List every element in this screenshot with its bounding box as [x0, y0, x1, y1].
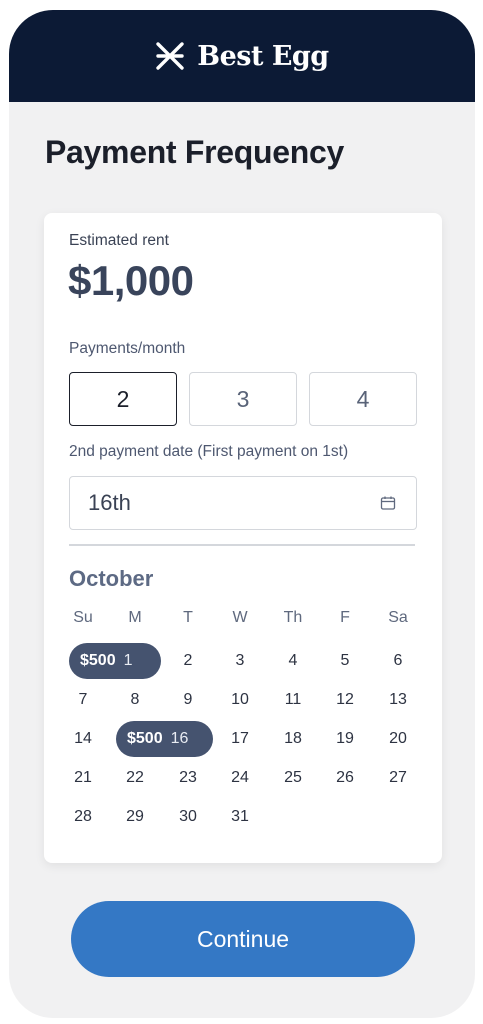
page-title: Payment Frequency	[45, 134, 345, 170]
calendar-day: 8	[130, 691, 140, 708]
second-payment-date-label: 2nd payment date (First payment on 1st)	[69, 443, 349, 460]
calendar-day: 25	[284, 769, 302, 786]
calendar-week: 14 $500 16 17 18 19 20	[57, 721, 437, 757]
calendar-week: 7 8 9 10 11 12 13	[57, 685, 437, 715]
app-screen: Best Egg Payment Frequency Estimated ren…	[9, 10, 475, 1018]
calendar-weekday-header: Su M T W Th F Sa	[57, 603, 437, 633]
payment-amount: $500	[127, 730, 163, 747]
calendar-day: 4	[288, 652, 298, 669]
calendar-day: 2	[183, 652, 193, 669]
calendar-day: 9	[183, 691, 193, 708]
weekday-label: Su	[73, 609, 93, 626]
second-payment-date-value: 16th	[88, 490, 131, 515]
calendar-day: 23	[179, 769, 197, 786]
weekday-label: Th	[283, 609, 303, 626]
calendar-day: 29	[126, 808, 144, 825]
app-header: Best Egg	[9, 10, 475, 102]
calendar-day: 13	[389, 691, 407, 708]
calendar-day: 30	[179, 808, 197, 825]
calendar-day: 22	[126, 769, 144, 786]
calendar-day: 17	[231, 730, 249, 747]
calendar-day: 10	[231, 691, 249, 708]
calendar-day: 19	[336, 730, 354, 747]
calendar-day: 24	[231, 769, 249, 786]
calendar-day: 12	[336, 691, 354, 708]
calendar-day: 7	[78, 691, 88, 708]
payment-card: Estimated rent $1,000 Payments/month 2 3…	[44, 213, 442, 863]
weekday-label: Sa	[388, 609, 408, 626]
calendar-icon	[380, 496, 396, 510]
best-egg-logo-icon	[156, 42, 184, 70]
payments-option-2-button[interactable]: 2	[69, 372, 177, 426]
calendar-day: 21	[74, 769, 92, 786]
weekday-label: M	[128, 609, 142, 626]
calendar-day: 27	[389, 769, 407, 786]
payments-option-3-button[interactable]: 3	[189, 372, 297, 426]
continue-button[interactable]: Continue	[71, 901, 415, 977]
calendar-day: 14	[74, 730, 92, 747]
calendar-day: 11	[284, 691, 302, 708]
calendar-day: 3	[235, 652, 245, 669]
weekday-label: W	[232, 609, 248, 626]
weekday-label: T	[183, 609, 193, 626]
brand-name: Best Egg	[197, 40, 329, 72]
estimated-rent-label: Estimated rent	[69, 232, 169, 249]
payments-per-month-label: Payments/month	[69, 340, 186, 357]
calendar-day: 31	[231, 808, 249, 825]
payment-day-1-pill: $500 1	[69, 643, 161, 679]
calendar-week: $500 1 2 3 4 5 6	[57, 643, 437, 679]
calendar-week: 21 22 23 24 25 26 27	[57, 763, 437, 793]
divider	[69, 544, 415, 546]
calendar-day: 26	[336, 769, 354, 786]
second-payment-date-select[interactable]: 16th	[69, 476, 417, 530]
payment-day-16-pill: $500 16	[116, 721, 213, 757]
calendar-day: 28	[74, 808, 92, 825]
weekday-label: F	[340, 609, 350, 626]
payments-option-4-button[interactable]: 4	[309, 372, 417, 426]
estimated-rent-value: $1,000	[68, 257, 194, 304]
payment-amount: $500	[80, 652, 116, 669]
calendar-day: 5	[340, 652, 350, 669]
calendar-day: 1	[123, 652, 133, 669]
calendar-month: October	[69, 566, 154, 591]
calendar-day: 6	[393, 652, 403, 669]
calendar-day: 16	[170, 730, 189, 747]
calendar-week: 28 29 30 31	[57, 802, 437, 832]
calendar-day: 20	[389, 730, 407, 747]
calendar-day: 18	[284, 730, 302, 747]
